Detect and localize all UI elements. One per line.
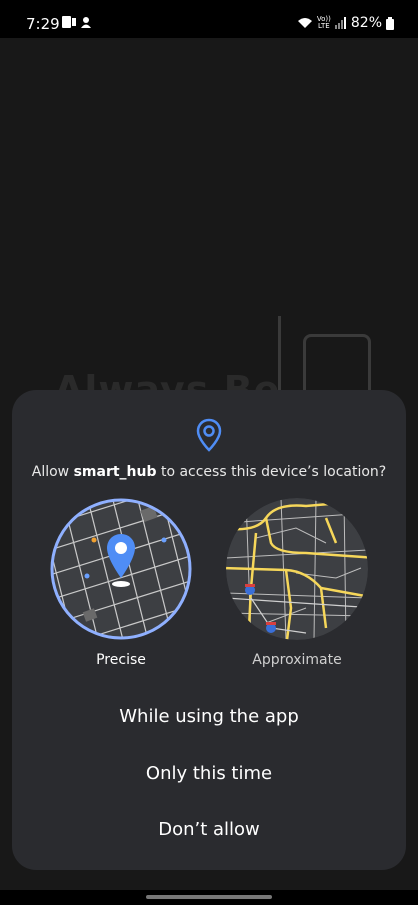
prompt-prefix: Allow (31, 464, 74, 480)
app-name: smart_hub (73, 464, 157, 480)
app-notification-icon (81, 17, 91, 28)
status-right: Vo)) LTE 82% (297, 15, 394, 31)
while-using-app-button[interactable]: While using the app (12, 706, 406, 727)
location-pin-icon (196, 418, 222, 452)
dont-allow-button[interactable]: Don’t allow (12, 819, 406, 840)
approximate-label: Approximate (252, 652, 342, 668)
notification-icon (62, 16, 76, 28)
precise-map-graphic (50, 498, 192, 640)
precise-map[interactable] (50, 498, 192, 640)
signal-icon (334, 17, 346, 29)
location-permission-dialog: Allow smart_hub to access this device’s … (12, 390, 406, 870)
wifi-icon (297, 18, 312, 28)
approximate-map-graphic (226, 498, 368, 640)
only-this-time-button[interactable]: Only this time (12, 763, 406, 784)
status-bar: 7:29 Vo)) LTE 82% (0, 0, 418, 38)
volte-label: Vo)) LTE (316, 15, 331, 30)
notification-icons (62, 16, 92, 28)
prompt-suffix: to access this device’s location? (156, 464, 387, 480)
approximate-map[interactable] (226, 498, 368, 640)
battery-icon (386, 16, 394, 30)
precise-option[interactable]: Precise (50, 498, 192, 668)
status-time: 7:29 (26, 15, 60, 33)
home-indicator[interactable] (146, 895, 272, 899)
battery-percent: 82% (350, 15, 382, 31)
permission-prompt: Allow smart_hub to access this device’s … (12, 464, 406, 480)
approximate-option[interactable]: Approximate (226, 498, 368, 668)
precise-label: Precise (96, 652, 146, 668)
